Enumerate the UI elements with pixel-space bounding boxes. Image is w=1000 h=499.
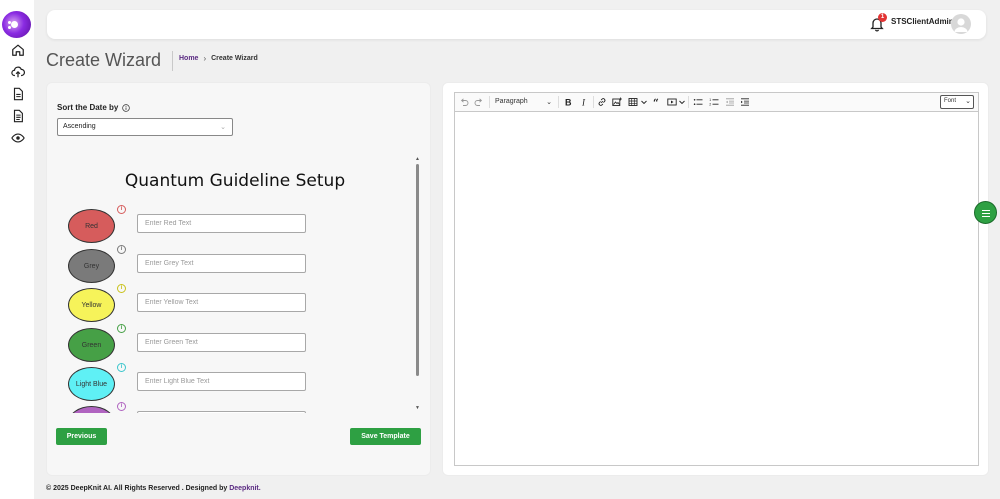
red-text-input[interactable] <box>137 214 306 233</box>
menu-icon-line <box>982 213 990 214</box>
svg-text:B: B <box>565 98 572 108</box>
footer-brand-link[interactable]: Deepknit. <box>229 485 261 492</box>
info-icon[interactable] <box>122 103 131 112</box>
floating-menu-button[interactable] <box>974 201 997 224</box>
editor-card: Paragraph ⌄ B I “ 12 Font ⌄ <box>442 82 989 476</box>
save-template-button[interactable]: Save Template <box>350 428 421 445</box>
toolbar-separator <box>593 96 594 108</box>
color-circle-grey[interactable]: Grey <box>68 249 115 283</box>
svg-text:“: “ <box>653 98 659 107</box>
wizard-form-card: Sort the Date by Ascending ⌄ Quantum Gui… <box>46 82 431 476</box>
scroll-down-arrow[interactable]: ▼ <box>415 405 420 411</box>
scrollbar-thumb[interactable] <box>416 164 419 376</box>
color-circle-yellow[interactable]: Yellow <box>68 288 115 322</box>
sort-label: Sort the Date by <box>57 103 131 112</box>
info-icon[interactable]: i <box>117 284 126 293</box>
page-title: Create Wizard <box>46 50 162 70</box>
sort-selected-value: Ascending <box>63 123 96 130</box>
green-text-input[interactable] <box>137 333 306 352</box>
yellow-text-input[interactable] <box>137 293 306 312</box>
menu-icon-line <box>982 216 990 217</box>
cloud-upload-icon[interactable] <box>11 65 25 79</box>
color-row-light-blue: Light Blue i <box>68 363 408 403</box>
bulleted-list-icon[interactable] <box>693 97 703 107</box>
editor-content-area[interactable] <box>455 112 978 466</box>
breadcrumb-home-link[interactable]: Home <box>179 55 198 62</box>
avatar[interactable] <box>951 14 971 34</box>
chevron-down-icon: ⌄ <box>965 98 971 105</box>
light-blue-text-input[interactable] <box>137 372 306 391</box>
font-select-value: Font <box>944 98 957 104</box>
chevron-down-icon[interactable] <box>677 97 687 107</box>
form-title: Quantum Guideline Setup <box>124 171 346 191</box>
scroll-up-arrow[interactable]: ▲ <box>415 156 420 162</box>
footer: © 2025 DeepKnit AI. All Rights Reserved … <box>46 485 261 492</box>
media-embed-icon[interactable] <box>667 97 677 107</box>
guideline-scroll-area[interactable]: Quantum Guideline Setup Red i Grey i Yel… <box>57 157 422 413</box>
indent-icon[interactable] <box>740 97 750 107</box>
document-icon[interactable] <box>11 87 25 101</box>
breadcrumb-current: Create Wizard <box>211 55 258 62</box>
insert-image-icon[interactable] <box>612 97 622 107</box>
menu-icon <box>982 210 990 211</box>
info-icon[interactable]: i <box>117 205 126 214</box>
color-circle-green[interactable]: Green <box>68 328 115 362</box>
color-circle-light-blue[interactable]: Light Blue <box>68 367 115 401</box>
breadcrumb: Home › Create Wizard <box>179 54 258 63</box>
info-icon[interactable]: i <box>117 402 126 411</box>
eye-icon[interactable] <box>11 131 25 145</box>
numbered-list-icon[interactable]: 12 <box>709 97 719 107</box>
redo-icon[interactable] <box>474 97 484 107</box>
outdent-icon[interactable] <box>725 97 735 107</box>
undo-icon[interactable] <box>459 97 469 107</box>
sidebar <box>0 0 34 499</box>
previous-button[interactable]: Previous <box>56 428 107 445</box>
color-row-red: Red i <box>68 205 408 245</box>
info-icon[interactable]: i <box>117 363 126 372</box>
color-row-grey: Grey i <box>68 245 408 285</box>
notification-badge: 1 <box>878 13 887 22</box>
file-list-icon[interactable] <box>11 109 25 123</box>
chevron-down-icon[interactable] <box>639 97 649 107</box>
chevron-down-icon: ⌄ <box>546 99 552 106</box>
top-header: 1 STSClientAdmin <box>47 10 986 39</box>
svg-text:I: I <box>581 98 586 108</box>
color-row-green: Green i <box>68 324 408 364</box>
purple-text-input[interactable] <box>137 411 306 413</box>
color-row-purple: i <box>68 402 408 413</box>
toolbar-separator <box>558 96 559 108</box>
font-select[interactable]: Font ⌄ <box>940 95 974 109</box>
table-icon[interactable] <box>628 97 638 107</box>
toolbar-separator <box>489 96 490 108</box>
color-row-yellow: Yellow i <box>68 284 408 324</box>
sort-date-select[interactable]: Ascending ⌄ <box>57 118 233 136</box>
block-format-select[interactable]: Paragraph ⌄ <box>495 96 554 108</box>
svg-text:1: 1 <box>709 98 711 102</box>
rich-text-editor: Paragraph ⌄ B I “ 12 Font ⌄ <box>454 92 979 466</box>
italic-icon[interactable]: I <box>579 97 589 108</box>
toolbar-separator <box>688 96 689 108</box>
user-avatar-icon <box>954 18 968 32</box>
grey-text-input[interactable] <box>137 254 306 273</box>
footer-text: © 2025 DeepKnit AI. All Rights Reserved … <box>46 485 230 492</box>
link-icon[interactable] <box>597 97 607 107</box>
app-logo[interactable] <box>2 11 31 38</box>
blockquote-icon[interactable]: “ <box>652 97 662 107</box>
title-divider <box>172 51 173 71</box>
color-circle-red[interactable]: Red <box>68 209 115 243</box>
editor-toolbar: Paragraph ⌄ B I “ 12 Font ⌄ <box>455 93 978 112</box>
info-icon[interactable]: i <box>117 245 126 254</box>
bold-icon[interactable]: B <box>563 97 573 108</box>
color-circle-purple[interactable] <box>68 406 115 413</box>
block-format-value: Paragraph <box>495 98 528 105</box>
svg-text:2: 2 <box>709 103 711 107</box>
username[interactable]: STSClientAdmin <box>891 17 954 26</box>
home-icon[interactable] <box>11 43 25 57</box>
chevron-down-icon: ⌄ <box>220 124 226 131</box>
info-icon[interactable]: i <box>117 324 126 333</box>
chevron-right-icon: › <box>203 54 207 63</box>
sort-label-text: Sort the Date by <box>57 103 119 112</box>
